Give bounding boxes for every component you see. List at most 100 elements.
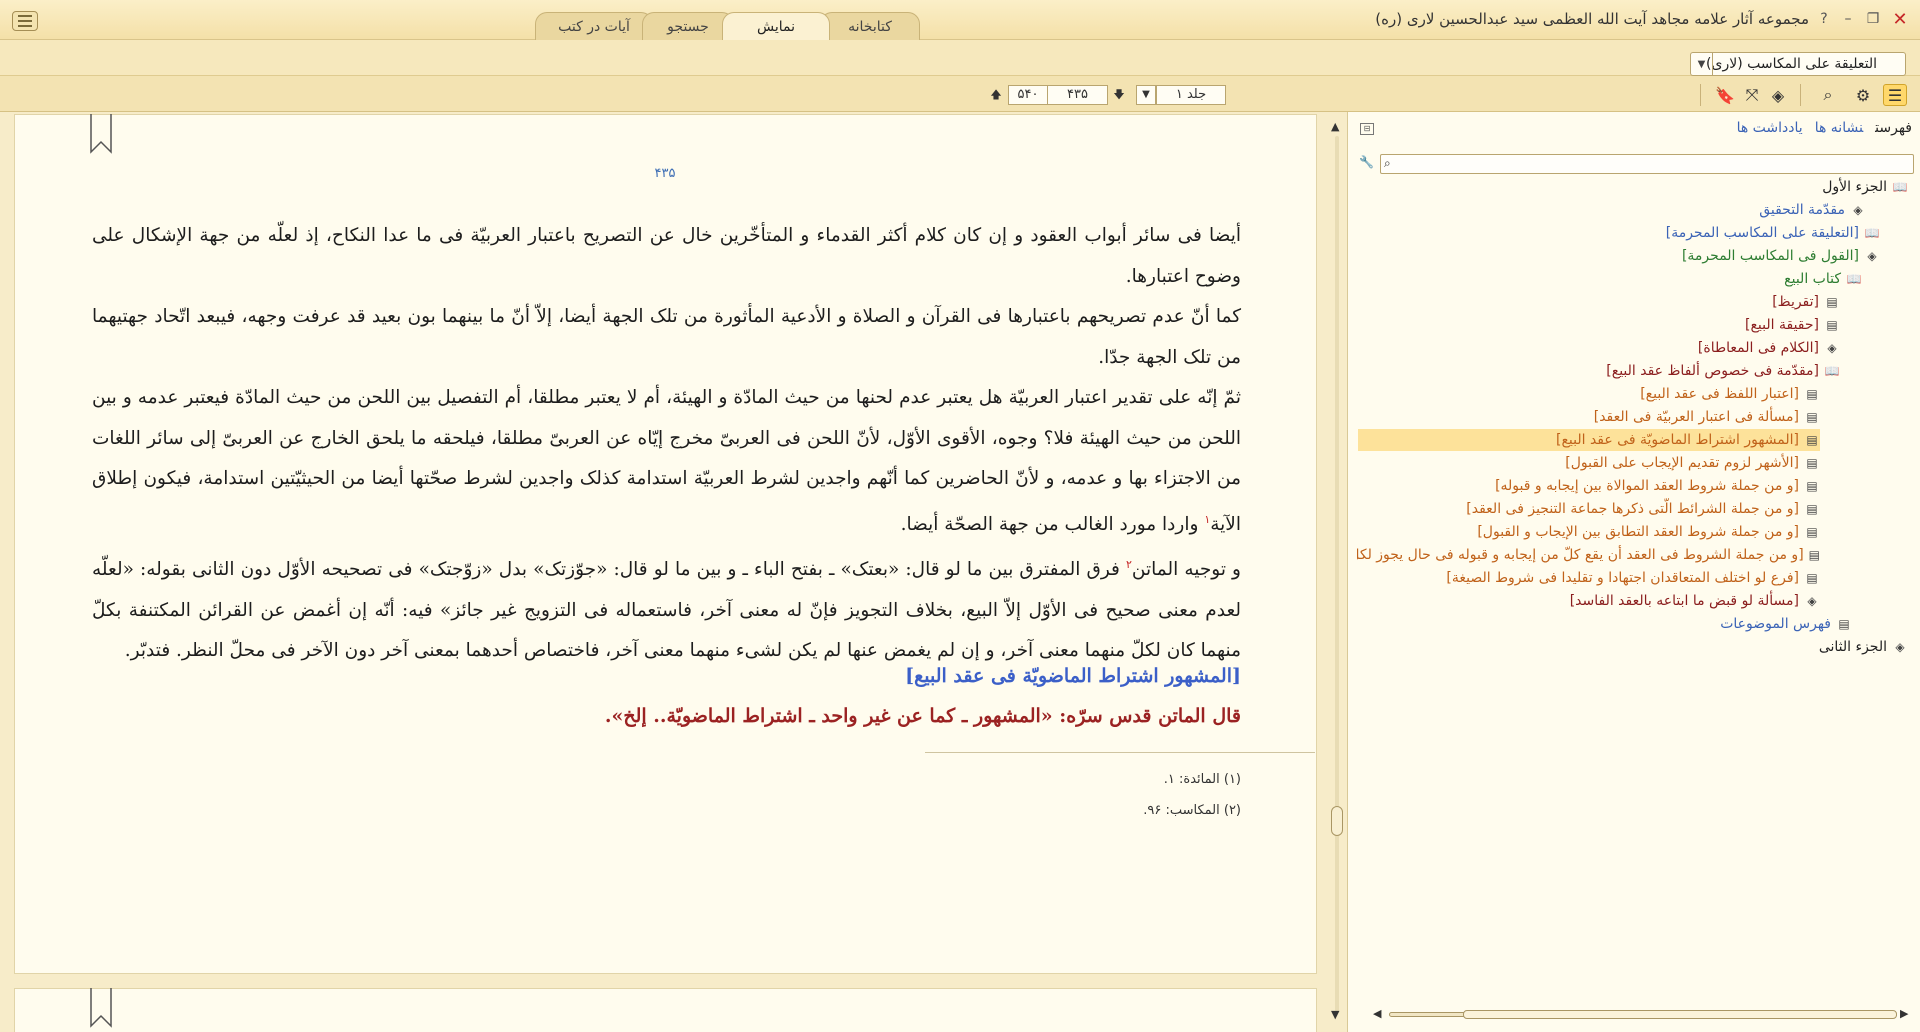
toc-item-label: [تقریظ]	[1772, 294, 1819, 310]
current-page-value: ۴۳۵	[1067, 87, 1088, 102]
toc-item[interactable]: ▤ [فرع لو اختلف المتعاقدان اجتهادا و تقلی…	[1446, 567, 1820, 589]
toc-list-icon[interactable]: ☰	[1883, 84, 1907, 106]
toc-item[interactable]: ◈ مقدّمة التحقیق	[1759, 199, 1866, 221]
toc-item[interactable]: ▤ [المشهور اشتراط الماضویّة فی عقد البیع]	[1358, 429, 1820, 451]
toc-item[interactable]: ▤ [تقریظ]	[1772, 291, 1840, 313]
minimize-icon[interactable]: –	[1838, 9, 1858, 29]
tab-label: نمایش	[756, 18, 795, 35]
document-icon: ▤	[1806, 571, 1818, 585]
tab-label: کتابخانه	[848, 18, 892, 35]
tab-display[interactable]: نمایش	[722, 12, 830, 40]
document-icon: ▤	[1806, 479, 1818, 493]
hamburger-menu-button[interactable]	[12, 11, 38, 31]
toc-item-label: الجزء الثانی	[1818, 639, 1887, 655]
page-bookmark-icon[interactable]	[90, 114, 112, 154]
toc-item[interactable]: 📖 الجزء الأول	[1822, 176, 1908, 198]
scroll-thumb[interactable]	[1463, 1010, 1897, 1019]
page-number: ۴۳۵	[654, 166, 676, 181]
document-icon: ▤	[1806, 410, 1818, 424]
toc-item-label: [المشهور اشتراط الماضویّة فی عقد البیع]	[1555, 432, 1799, 448]
reader-vertical-scrollbar[interactable]: ▲ ▼	[1328, 114, 1346, 1032]
restore-icon[interactable]: ❐	[1863, 9, 1883, 29]
volume-select[interactable]: جلد ۱	[1156, 85, 1226, 105]
toc-item[interactable]: ▤ [و من جملة شروط العقد التطابق بین الإیج…	[1477, 521, 1820, 543]
chevron-down-icon[interactable]: ▼	[1136, 85, 1156, 105]
layers-icon: ◈	[1827, 341, 1837, 355]
search-icon[interactable]: ⌕	[1816, 84, 1840, 106]
tab-notes[interactable]: یادداشت ها	[1737, 120, 1803, 136]
document-icon: ▤	[1806, 387, 1818, 401]
book-open-icon: 📖	[1864, 226, 1880, 240]
bookmark-icon[interactable]: 🔖	[1713, 84, 1737, 106]
document-icon: ▤	[1806, 456, 1818, 470]
toc-item[interactable]: ▤ [حقیقة البیع]	[1745, 314, 1840, 336]
layers-icon: ◈	[1853, 203, 1863, 217]
search-icon[interactable]: ⌕	[1384, 156, 1391, 171]
fullscreen-icon[interactable]: ⤧	[1740, 84, 1764, 106]
book-open-icon: 📖	[1824, 364, 1840, 378]
page-bookmark-icon[interactable]	[90, 988, 112, 1028]
toc-horizontal-scrollbar[interactable]: ◀ ▶	[1373, 1007, 1913, 1021]
current-page-input[interactable]: ۴۳۵	[1047, 85, 1108, 105]
toc-search-input[interactable]: ⌕	[1380, 154, 1914, 174]
toc-item[interactable]: ▤ [و من جملة الشرائط الّتی ذکرها جماعة ال…	[1466, 498, 1820, 520]
collapse-panel-icon[interactable]: ⊟	[1360, 123, 1374, 135]
toc-item-label: [و من جملة الشرائط الّتی ذکرها جماعة الت…	[1466, 501, 1799, 517]
scroll-left-icon[interactable]: ◀	[1373, 1007, 1381, 1020]
next-page-pane	[14, 988, 1317, 1032]
tab-library[interactable]: کتابخانه	[820, 12, 920, 40]
arrow-up-icon[interactable]: 🡅	[988, 85, 1004, 105]
toc-item-label: [الکلام فی المعاطاة]	[1697, 340, 1819, 356]
toc-item[interactable]: ▤ [و من جملة الشروط فی العقد أن یقع کلّ م…	[1357, 544, 1820, 566]
toc-item[interactable]: ▤ [و من جملة شروط العقد الموالاة بین إیجا…	[1495, 475, 1820, 497]
toc-item-label: مقدّمة التحقیق	[1759, 202, 1845, 218]
toc-item[interactable]: ▤ [مسألة فی اعتبار العربیّة فی العقد]	[1594, 406, 1820, 428]
toc-item[interactable]: ◈ [القول فی المکاسب المحرمة]	[1682, 245, 1880, 267]
footnote-divider	[925, 752, 1315, 753]
book-select-value: التعلیقة علی المکاسب (لاری)	[1706, 56, 1877, 72]
arrow-down-icon[interactable]: 🡇	[1111, 85, 1127, 105]
scroll-track[interactable]	[1335, 136, 1339, 1012]
footnote: (۱) المائدة: ۱.	[1163, 772, 1241, 787]
toc-item[interactable]: ▤ [الأشهر لزوم تقدیم الإیجاب علی القبول]	[1565, 452, 1820, 474]
wrench-icon[interactable]: 🔧	[1359, 155, 1374, 169]
tab-search[interactable]: جستجو	[642, 12, 734, 40]
toc-item[interactable]: 📖 کتاب البیع	[1784, 268, 1862, 290]
scroll-thumb[interactable]	[1331, 806, 1343, 836]
toc-item[interactable]: 📖 [مقدّمة فی خصوص ألفاظ عقد البیع]	[1606, 360, 1840, 382]
chevron-down-icon[interactable]: ▼	[1691, 53, 1713, 75]
toc-item[interactable]: ◈ [مسألة لو قبض ما ابتاعه بالعقد الفاسد]	[1570, 590, 1820, 612]
document-icon: ▤	[1838, 617, 1850, 631]
tab-contents[interactable]: فهرست	[1875, 120, 1912, 136]
toc-item-label: [القول فی المکاسب المحرمة]	[1681, 248, 1859, 264]
toc-item[interactable]: 📖 [التعلیقة علی المکاسب المحرمة]	[1666, 222, 1880, 244]
book-select[interactable]: ▼ التعلیقة علی المکاسب (لاری)	[1690, 52, 1906, 76]
paragraph: کما أنّ عدم تصریحهم باعتبارها فی القرآن …	[92, 306, 1241, 368]
volume-value: جلد ۱	[1175, 87, 1207, 102]
document-icon: ▤	[1806, 433, 1818, 447]
scroll-right-icon[interactable]: ▶	[1900, 1007, 1908, 1020]
tab-verses-in-books[interactable]: آیات در کتب	[535, 12, 653, 40]
layers-icon: ◈	[1895, 640, 1905, 654]
scroll-up-icon[interactable]: ▲	[1331, 120, 1339, 133]
document-icon: ▤	[1808, 548, 1820, 562]
help-icon[interactable]: ?	[1814, 9, 1834, 29]
close-icon[interactable]: ✕	[1890, 9, 1910, 30]
toc-item[interactable]: ◈ [الکلام فی المعاطاة]	[1698, 337, 1840, 359]
total-pages-value: ۵۴۰	[1017, 87, 1039, 102]
toc-item-label: فهرس الموضوعات	[1720, 616, 1831, 632]
layers-icon[interactable]: ◈	[1766, 84, 1790, 106]
tab-bookmarks[interactable]: نشانه ها	[1815, 120, 1863, 136]
gear-icon[interactable]: ⚙	[1851, 84, 1875, 106]
toc-item[interactable]: ◈ الجزء الثانی	[1819, 636, 1908, 658]
toolbar-divider	[1700, 84, 1701, 106]
page-body: أیضا فی سائر أبواب العقود و إن کان کلام …	[92, 216, 1241, 672]
toc-item-label: [و من جملة شروط العقد التطابق بین الإیجا…	[1477, 524, 1799, 540]
toolbar	[0, 76, 1920, 112]
toc-item[interactable]: ▤ [اعتبار اللفظ فی عقد البیع]	[1640, 383, 1820, 405]
document-icon: ▤	[1806, 525, 1818, 539]
toc-item[interactable]: ▤ فهرس الموضوعات	[1720, 613, 1852, 635]
scroll-down-icon[interactable]: ▼	[1331, 1008, 1339, 1021]
toc-item-label: [فرع لو اختلف المتعاقدان اجتهادا و تقلید…	[1446, 570, 1799, 586]
title-bar: آیات در کتب جستجو کتابخانه نمایش مجموعه …	[0, 0, 1920, 40]
